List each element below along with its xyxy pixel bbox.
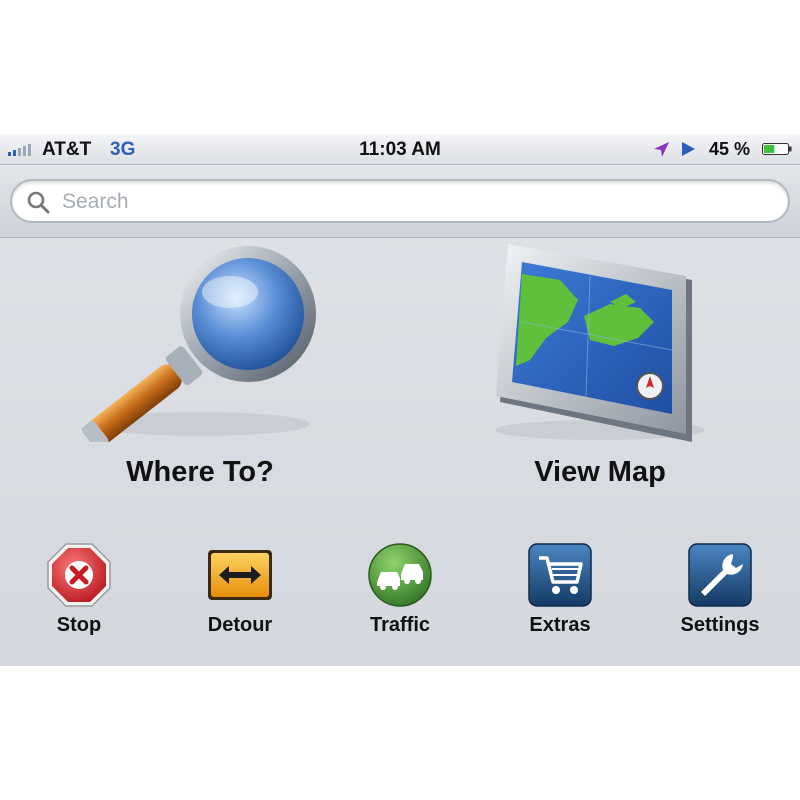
stop-button[interactable]: Stop	[19, 534, 139, 644]
traffic-button[interactable]: Traffic	[340, 534, 460, 644]
battery-icon	[762, 143, 792, 155]
settings-button[interactable]: Settings	[660, 534, 780, 644]
stop-label: Stop	[56, 614, 102, 636]
wrench-icon	[688, 543, 752, 607]
cart-icon	[528, 543, 592, 607]
traffic-label: Traffic	[369, 614, 431, 636]
view-map-button[interactable]: View Map	[450, 242, 750, 512]
search-icon	[27, 191, 50, 214]
view-map-label: View Map	[534, 456, 666, 488]
play-icon	[682, 142, 695, 156]
status-bar: AT&T 3G 11:03 AM 45 %	[0, 134, 800, 165]
battery-percent: 45 %	[709, 139, 751, 159]
extras-button[interactable]: Extras	[500, 534, 620, 644]
settings-label: Settings	[680, 614, 760, 636]
stop-icon	[47, 543, 111, 607]
where-to-button[interactable]: Where To?	[50, 242, 350, 512]
search-placeholder: Search	[62, 190, 129, 213]
map-monitor-icon	[495, 244, 705, 442]
magnifying-glass-icon	[81, 246, 316, 442]
extras-label: Extras	[529, 614, 591, 636]
location-arrow-icon	[654, 142, 669, 157]
app-screen: AT&T 3G 11:03 AM 45 % Search Where To? V…	[0, 134, 800, 666]
where-to-label: Where To?	[126, 456, 274, 488]
detour-icon	[208, 550, 272, 600]
traffic-icon	[368, 543, 432, 607]
search-bar: Search	[0, 165, 800, 238]
detour-label: Detour	[207, 614, 273, 636]
detour-button[interactable]: Detour	[180, 534, 300, 644]
search-input[interactable]: Search	[10, 179, 790, 223]
